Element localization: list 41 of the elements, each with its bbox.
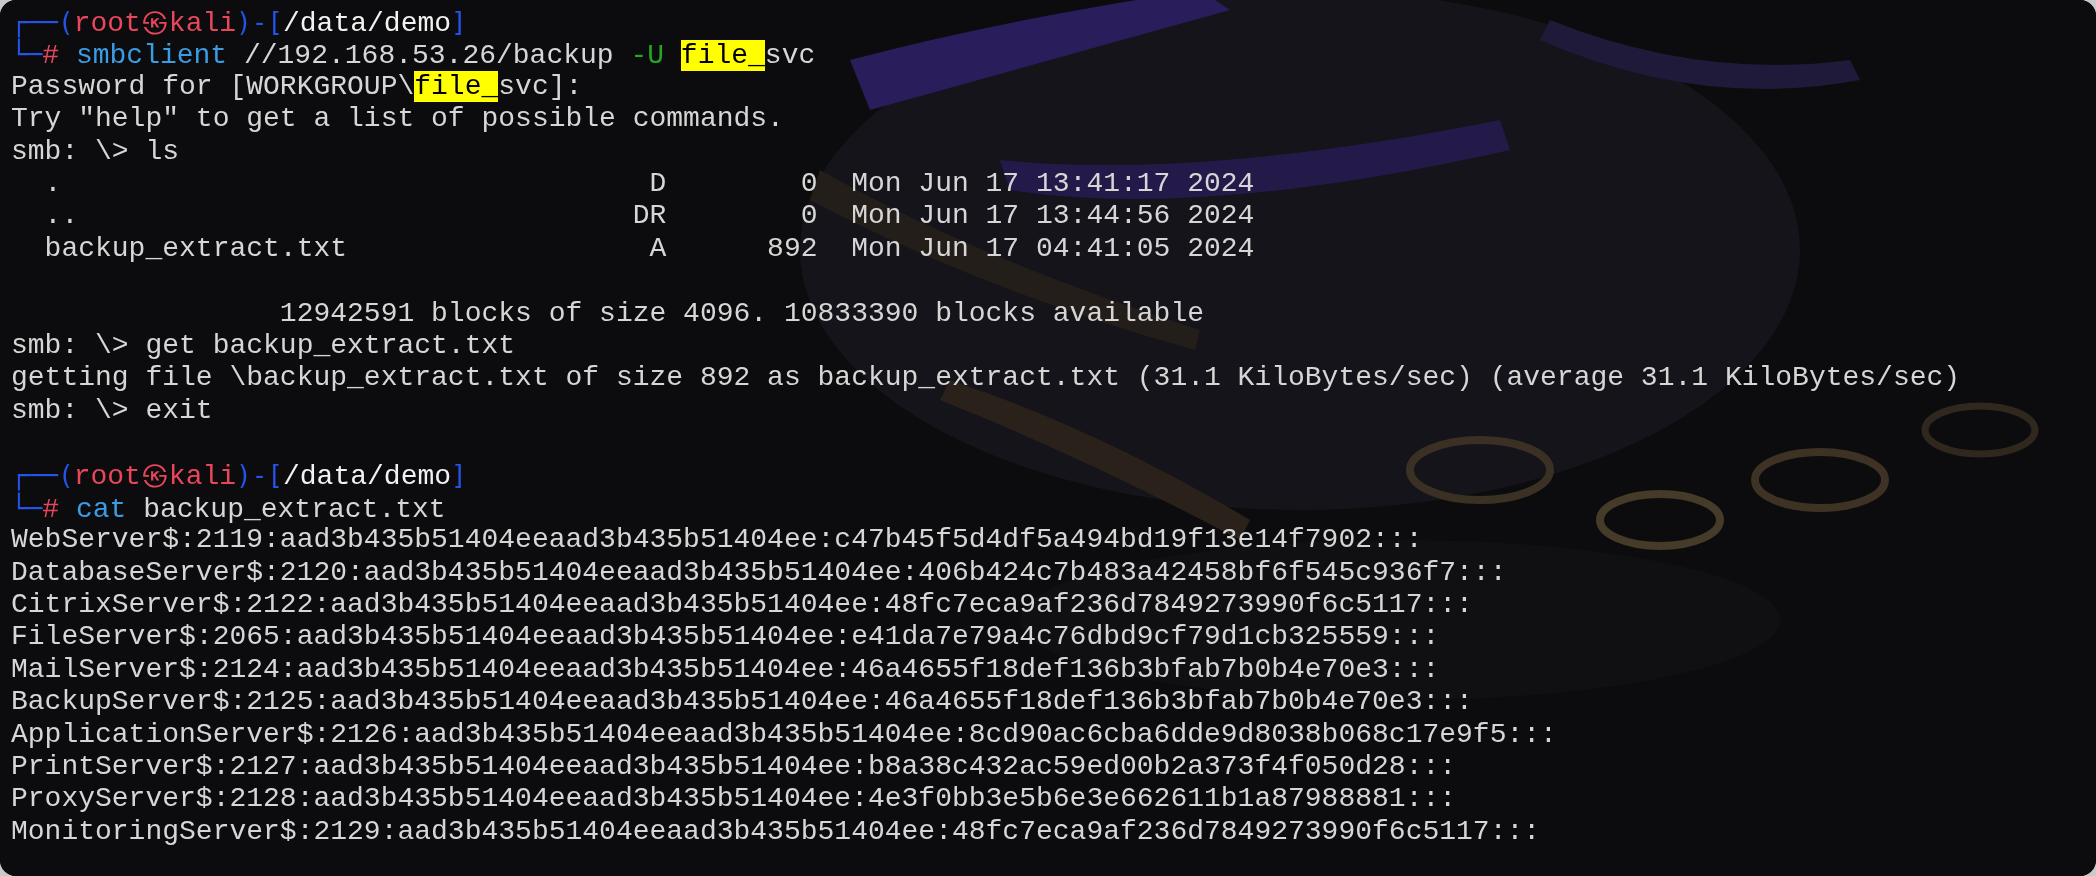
terminal-text: PrintServer$:2127:aad3b435b51404eeaad3b435b51404ee:b8a38c432ac59ed00b2a373f4f050d28::: [11,751,1457,782]
highlighted-text: file_ [680,40,765,72]
terminal-text: FileServer$:2065:aad3b435b51404eeaad3b435b51404ee:e41da7e79a4c76dbd9cf79d1cb325559::: [11,621,1440,653]
terminal-text: WebServer$:2119:aad3b435b51404eeaad3b435b51404ee:c47b45f5d4df5a494bd19f13e14f7902::: [11,524,1423,556]
prompt-frame: ] [451,460,467,491]
terminal-text: Try "help" to get a list of possible commands. [11,103,784,135]
prompt-frame: )-[ [236,7,283,37]
terminal-text: MailServer$:2124:aad3b435b51404eeaad3b435b51404ee:46a4655f18def136b3bfab7b0b4e70e3::: [11,653,1440,685]
terminal-text: backup_extract.txt A 892 Mon Jun 17 04:41:05 2024 [43,232,1255,264]
prompt-frame: ] [451,7,467,37]
terminal-text: ApplicationServer$:2126:aad3b435b51404eeaad3b435b51404ee:8cd90ac6cba6dde9d8038b068c17e9f5::: [11,718,1557,750]
terminal-text: BackupServer$:2125:aad3b435b51404eeaad3b435b51404ee:46a4655f18def136b3bfab7b0b4e70e3::: [11,686,1473,718]
prompt-frame: ┌──( [11,7,74,37]
terminal-text: 12942591 blocks of size 4096. 10833390 blocks available [278,297,1204,329]
prompt-frame: └─ [11,39,43,70]
prompt-frame: └─ [11,492,43,523]
terminal-text: . D 0 Mon Jun 17 13:41:17 2024 [43,167,1255,199]
terminal-text: Password for [WORKGROUP\ [11,70,415,102]
terminal-text: backup_extract.txt [142,493,446,525]
prompt-user: # [42,40,61,72]
command-name: smbclient [75,40,228,72]
terminal-text: CitrixServer$:2122:aad3b435b51404eeaad3b435b51404ee:48fc7eca9af236d7849273990f6c5117::: [11,589,1473,621]
terminal-text: ProxyServer$:2128:aad3b435b51404eeaad3b435b51404ee:4e3f0bb3e5b6e3e662611b1a87988881::: [11,783,1457,815]
terminal-text: smb: \> get backup_extract.txt [11,329,516,361]
command-name: cat [75,493,127,525]
terminal-text: smb: \> exit [11,394,213,426]
prompt-frame: )-[ [236,460,283,491]
terminal-text: .. DR 0 Mon Jun 17 13:44:56 2024 [43,200,1255,232]
terminal-text: svc]: [498,70,583,102]
prompt-user: root㉿kali [73,8,237,39]
flag-text: -U [630,40,666,72]
prompt-user: root㉿kali [73,461,237,493]
terminal-text: DatabaseServer$:2120:aad3b435b51404eeaad3b435b51404ee:406b424c7b483a42458bf6f545c936f7::: [11,556,1507,588]
terminal-text: MonitoringServer$:2129:aad3b435b51404eeaad3b435b51404ee:48fc7eca9af236d7849273990f6c5117::: [11,815,1541,847]
prompt-user: # [42,493,61,525]
terminal-text: smb: \> ls [11,135,180,167]
terminal-text: //192.168.53.26/backup [242,40,615,72]
terminal-text: getting file \backup_extract.txt of size 892 as backup_extract.txt (31.1 KiloBytes/sec) (average 31.1 KiloBytes/sec) [11,362,1961,394]
prompt-frame: ┌──( [11,460,74,491]
prompt-path: /data/demo [283,461,452,493]
prompt-path: /data/demo [283,8,452,39]
